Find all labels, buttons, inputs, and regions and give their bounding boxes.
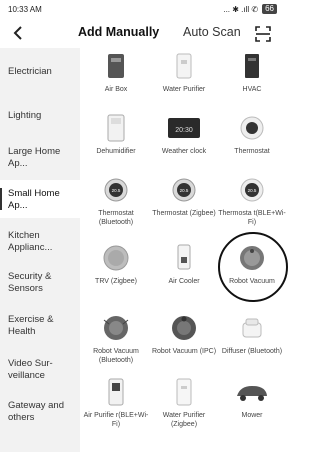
device-thermostat-zigbee[interactable]: 20.5 Thermostat (Zigbee) [150, 172, 218, 219]
category-sidebar: Electrician Lighting Large Home Ap... Sm… [0, 48, 80, 452]
device-label: Dehumidifier [96, 148, 136, 155]
device-label: Air Box [104, 86, 128, 93]
device-label: Robot Vacuum (Bluetooth) [93, 348, 139, 364]
thermostat-icon: 20.5 [82, 172, 150, 208]
sidebar-item-security-sensors[interactable]: Security & Sensors [8, 271, 74, 295]
device-label: Thermostat [234, 148, 270, 155]
signal-icons: ... ✱ .ıll ✆ [223, 4, 259, 14]
svg-text:20.5: 20.5 [248, 188, 257, 193]
tab-auto-scan[interactable]: Auto Scan [183, 25, 241, 39]
thermostat-icon: 20.5 [218, 172, 286, 208]
hvac-icon [218, 48, 286, 84]
device-label: Air Cooler [168, 278, 200, 285]
svg-text:20.5: 20.5 [112, 188, 121, 193]
device-label: Thermostat (Zigbee) [152, 210, 216, 217]
sidebar-item-video-surveillance[interactable]: Video Sur- veillance [8, 358, 72, 382]
device-thermostat[interactable]: Thermostat [218, 110, 286, 157]
device-diffuser-bluetooth[interactable]: Diffuser (Bluetooth) [218, 310, 286, 357]
device-hvac[interactable]: HVAC [218, 48, 286, 95]
weather-clock-icon: 20:30 [150, 110, 218, 146]
robot-vacuum-highlight-circle [218, 232, 288, 302]
back-button[interactable] [8, 22, 28, 44]
status-icons: ... ✱ .ıll ✆ 66 [223, 4, 277, 14]
robot-vacuum-icon [150, 310, 218, 346]
sidebar-item-lighting[interactable]: Lighting [8, 110, 78, 122]
scan-button[interactable] [255, 26, 271, 42]
status-time: 10:33 AM [8, 4, 42, 14]
active-category-indicator [0, 188, 2, 210]
battery-icon: 66 [262, 4, 277, 14]
device-label: Mower [241, 412, 263, 419]
air-cooler-icon [150, 240, 218, 276]
mower-icon [218, 374, 286, 410]
sidebar-item-gateway-others[interactable]: Gateway and others [8, 400, 64, 424]
device-thermostat-ble-wifi[interactable]: 20.5 Thermosta t(BLE+Wi-Fi) [218, 172, 286, 227]
scan-icon [255, 26, 271, 42]
device-trv-zigbee[interactable]: TRV (Zigbee) [82, 240, 150, 287]
device-robot-vacuum-ipc[interactable]: Robot Vacuum (IPC) [150, 310, 218, 357]
device-label: Water Purifier [162, 86, 206, 93]
sidebar-item-large-home-appliances[interactable]: Large Home Ap... [8, 146, 70, 170]
device-air-cooler[interactable]: Air Cooler [150, 240, 218, 287]
svg-text:20.5: 20.5 [180, 188, 189, 193]
tab-add-manually[interactable]: Add Manually [78, 25, 159, 39]
device-label: HVAC [242, 86, 262, 93]
chevron-left-icon [13, 26, 22, 40]
air-purifier-icon [82, 374, 150, 410]
sidebar-item-electrician[interactable]: Electrician [8, 66, 78, 78]
device-label: Water Purifier (Zigbee) [162, 412, 206, 428]
thermostat-icon: 20.5 [150, 172, 218, 208]
device-label: TRV (Zigbee) [95, 278, 137, 285]
device-label: Air Purifie r(BLE+Wi-Fi) [83, 412, 149, 428]
device-air-purifier-ble-wifi[interactable]: Air Purifie r(BLE+Wi-Fi) [82, 374, 150, 429]
device-label: Weather clock [161, 148, 207, 155]
header: Add Manually Auto Scan [0, 18, 285, 48]
device-dehumidifier[interactable]: Dehumidifier [82, 110, 150, 157]
device-water-purifier[interactable]: Water Purifier [150, 48, 218, 95]
water-purifier-icon [150, 48, 218, 84]
device-thermostat-bluetooth[interactable]: 20.5 Thermostat (Bluetooth) [82, 172, 150, 227]
sidebar-item-exercise-health[interactable]: Exercise & Health [8, 314, 74, 338]
device-mower[interactable]: Mower [218, 374, 286, 421]
svg-text:20:30: 20:30 [175, 127, 193, 134]
device-label: Robot Vacuum (IPC) [151, 348, 217, 355]
device-label: Diffuser (Bluetooth) [221, 348, 283, 355]
status-bar: 10:33 AM ... ✱ .ıll ✆ 66 [0, 0, 285, 18]
device-weather-clock[interactable]: 20:30 Weather clock [150, 110, 218, 157]
air-box-icon [82, 48, 150, 84]
thermostat-icon [218, 110, 286, 146]
device-air-box[interactable]: Air Box [82, 48, 150, 95]
sidebar-item-small-home-appliances[interactable]: Small Home Ap... [8, 188, 70, 212]
dehumidifier-icon [82, 110, 150, 146]
device-water-purifier-zigbee[interactable]: Water Purifier (Zigbee) [150, 374, 218, 429]
device-label: Thermosta t(BLE+Wi-Fi) [218, 210, 286, 226]
robot-vacuum-icon [82, 310, 150, 346]
device-label: Thermostat (Bluetooth) [98, 210, 134, 226]
device-robot-vacuum-bluetooth[interactable]: Robot Vacuum (Bluetooth) [82, 310, 150, 365]
diffuser-icon [218, 310, 286, 346]
trv-icon [82, 240, 150, 276]
water-purifier-icon [150, 374, 218, 410]
sidebar-item-kitchen-appliances[interactable]: Kitchen Applianc... [8, 230, 74, 254]
